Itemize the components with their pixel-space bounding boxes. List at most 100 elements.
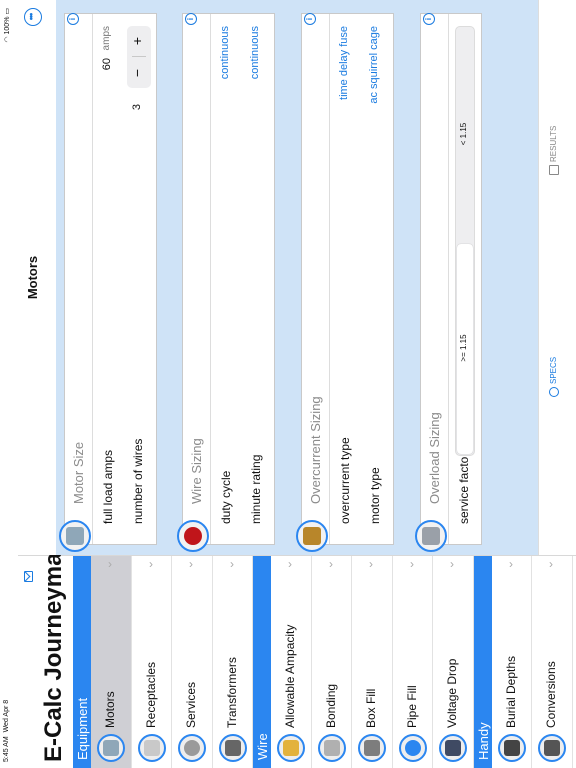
chevron-icon: › — [508, 557, 513, 571]
increment-button[interactable]: + — [129, 26, 145, 56]
minute-rating-row[interactable]: minute rating continuous — [243, 14, 271, 544]
service-factor-label: service factor — [457, 452, 471, 524]
card-header: Motor Size i — [59, 13, 93, 552]
chevron-icon: › — [549, 557, 553, 571]
sidebar-item-label: Pipe Fill — [404, 685, 419, 728]
motor-type-value[interactable]: ac squirrel cage — [368, 26, 380, 104]
card-title: Wire Sizing — [189, 438, 204, 504]
shovel-icon — [497, 734, 526, 762]
sidebar-item-bonding[interactable]: Bonding › — [311, 556, 352, 768]
number-of-wires-label: number of wires — [131, 438, 145, 524]
decrement-button[interactable]: − — [129, 58, 145, 88]
document-icon — [549, 165, 559, 175]
card-title: Overcurrent Sizing — [308, 396, 323, 504]
card-overcurrent-sizing: Overcurrent Sizing i overcurrent type ti… — [296, 13, 394, 552]
tab-bar: SPECS RESULTS — [538, 0, 576, 555]
sun-icon — [549, 387, 559, 397]
info-icon[interactable]: i — [423, 13, 435, 25]
number-of-wires-row: number of wires 3 − + — [125, 14, 153, 544]
chevron-icon: › — [328, 557, 333, 571]
more-options-button[interactable]: ••• — [24, 8, 42, 26]
card-overload-sizing: Overload Sizing i service factor >= 1.15… — [415, 13, 482, 552]
overload-relay-icon — [415, 520, 447, 552]
chevron-icon: › — [369, 557, 373, 571]
motor-type-label: motor type — [368, 467, 382, 524]
voltmeter-icon — [439, 734, 467, 762]
info-icon[interactable]: i — [185, 13, 197, 25]
sidebar-item-conversions[interactable]: Conversions › — [532, 556, 573, 768]
sidebar-item-motors[interactable]: Motors › — [91, 556, 132, 768]
app-screen: 5:45 AM Wed Apr 8 ◠ 100% ▭ E-Calc Journe… — [0, 0, 576, 768]
pipe-icon — [398, 734, 427, 762]
sidebar-item-voltage-drop[interactable]: Voltage Drop › — [433, 556, 474, 768]
tab-specs[interactable]: SPECS — [549, 357, 559, 397]
sidebar-item-burial-depths[interactable]: Burial Depths › — [491, 556, 532, 768]
segment-option-lt-1-15[interactable]: < 1.15 — [459, 27, 468, 241]
chevron-icon: › — [189, 557, 193, 571]
card-header: Overload Sizing i — [415, 13, 449, 552]
chevron-icon: › — [108, 557, 112, 571]
battery-icon: ▭ — [4, 8, 11, 15]
page-title: Motors ••• — [18, 0, 56, 555]
status-battery: ◠ 100% ▭ — [4, 8, 11, 43]
segment-option-ge-1-15[interactable]: >= 1.15 — [459, 241, 468, 455]
receptacle-icon — [137, 734, 166, 762]
wire-spool-icon — [177, 520, 209, 552]
full-load-amps-value[interactable]: 60 — [101, 58, 113, 70]
info-icon[interactable]: i — [67, 13, 79, 25]
overcurrent-type-value[interactable]: time delay fuse — [338, 26, 350, 100]
sidebar-item-label: Transformers — [224, 657, 239, 728]
section-header-equipment: Equipment — [73, 556, 91, 768]
service-factor-segmented-control[interactable]: >= 1.15 < 1.15 — [455, 26, 475, 456]
transformer-icon — [218, 734, 247, 762]
wire-icon — [277, 734, 305, 762]
minute-rating-value[interactable]: continuous — [249, 26, 261, 79]
sidebar-item-label: Burial Depths — [503, 655, 518, 728]
status-bar: 5:45 AM Wed Apr 8 ◠ 100% ▭ — [0, 0, 18, 768]
overcurrent-type-row[interactable]: overcurrent type time delay fuse — [332, 14, 360, 544]
sidebar-item-label: Services — [184, 681, 198, 728]
box-icon — [358, 734, 386, 762]
duty-cycle-row[interactable]: duty cycle continuous — [213, 14, 241, 544]
mail-icon[interactable] — [24, 571, 33, 582]
sidebar-item-receptacles[interactable]: Receptacles › — [131, 556, 172, 768]
card-title: Motor Size — [71, 441, 86, 504]
fuse-icon — [296, 520, 328, 552]
minute-rating-label: minute rating — [249, 454, 263, 524]
bonding-icon — [317, 734, 346, 762]
motor-type-row[interactable]: motor type ac squirrel cage — [362, 14, 390, 544]
status-time: 5:45 AM Wed Apr 8 — [3, 699, 10, 762]
app-title: E-Calc Journeyman — [40, 537, 67, 762]
full-load-amps-unit: amps — [101, 26, 112, 51]
duty-cycle-label: duty cycle — [219, 470, 233, 524]
wifi-icon: ◠ — [4, 36, 11, 43]
sidebar-item-label: Bonding — [323, 683, 338, 728]
motor-icon — [59, 520, 91, 552]
number-of-wires-value: 3 — [131, 104, 143, 111]
card-wire-sizing: Wire Sizing i duty cycle continuous minu… — [177, 13, 275, 552]
sidebar-item-transformers[interactable]: Transformers › — [212, 556, 253, 768]
sidebar-nav: Equipment Motors › Receptacles › Service… — [73, 556, 573, 768]
sidebar-item-allowable-ampacity[interactable]: Allowable Ampacity › — [271, 556, 312, 768]
tab-results[interactable]: RESULTS — [549, 126, 559, 175]
full-load-amps-row[interactable]: full load amps 60 amps — [95, 14, 123, 544]
sidebar-item-pipe-fill[interactable]: Pipe Fill › — [392, 556, 433, 768]
sidebar-item-label: Motors — [103, 691, 117, 728]
info-icon[interactable]: i — [304, 13, 316, 25]
duty-cycle-value[interactable]: continuous — [219, 26, 231, 79]
sidebar-item-box-fill[interactable]: Box Fill › — [352, 556, 393, 768]
sidebar-item-label: Conversions — [544, 661, 558, 728]
number-of-wires-stepper[interactable]: − + — [127, 26, 151, 88]
chevron-icon: › — [409, 557, 414, 571]
chevron-icon: › — [148, 557, 153, 571]
chevron-icon: › — [288, 557, 292, 571]
overcurrent-type-label: overcurrent type — [338, 437, 352, 524]
sidebar-item-label: Voltage Drop — [445, 658, 459, 728]
card-header: Wire Sizing i — [177, 13, 211, 552]
sidebar-item-label: Allowable Ampacity — [283, 624, 297, 728]
motor-icon — [97, 734, 125, 762]
sidebar-item-services[interactable]: Services › — [172, 556, 213, 768]
card-title: Overload Sizing — [427, 412, 442, 504]
card-header: Overcurrent Sizing i — [296, 13, 330, 552]
chevron-icon: › — [450, 557, 454, 571]
